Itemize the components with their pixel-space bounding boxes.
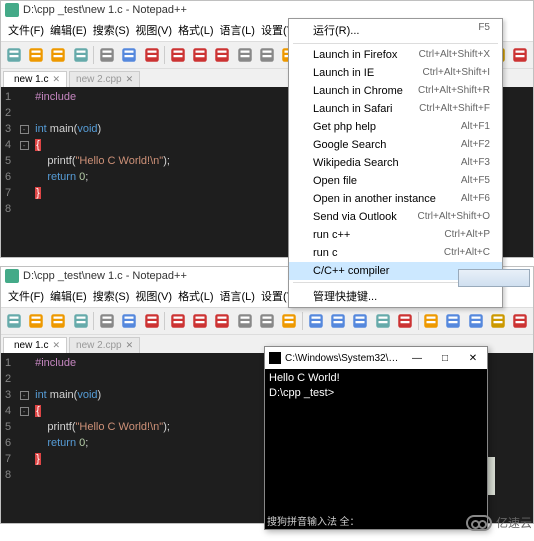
console-body[interactable]: Hello C World! D:\cpp _test> 搜狗拼音输入法 全： (265, 369, 487, 529)
toolbar-button-7[interactable] (167, 310, 188, 332)
dropdown-item[interactable]: Launch in IECtrl+Alt+Shift+I (289, 64, 502, 82)
tab-new1c[interactable]: new 1.c✕ (3, 337, 67, 353)
app-icon (5, 269, 19, 283)
toolbar-button-8[interactable] (189, 44, 210, 66)
menu-edit[interactable]: 编辑(E) (47, 20, 90, 40)
console-title: C:\Windows\System32\cm... (285, 353, 403, 364)
fold-margin: -- (17, 87, 31, 257)
minimize-button[interactable]: — (403, 349, 431, 367)
toolbar-button-1[interactable] (25, 44, 46, 66)
tab-close-icon[interactable]: ✕ (52, 74, 60, 85)
toolbar-button-17[interactable] (394, 310, 415, 332)
toolbar-button-0[interactable] (3, 44, 24, 66)
tab-new1c[interactable]: new 1.c✕ (3, 71, 67, 87)
tab-new2cpp[interactable]: new 2.cpp✕ (69, 337, 140, 353)
toolbar-button-5[interactable] (119, 310, 140, 332)
toolbar-button-4[interactable] (96, 310, 117, 332)
dropdown-item[interactable]: Send via OutlookCtrl+Alt+Shift+O (289, 208, 502, 226)
dropdown-item[interactable]: 管理快捷键... (289, 285, 502, 307)
menu-view[interactable]: 视图(V) (132, 20, 175, 40)
run-dropdown: 运行(R)...F5 Launch in FirefoxCtrl+Alt+Shif… (288, 18, 503, 308)
menu-edit[interactable]: 编辑(E) (47, 286, 90, 306)
window-title: D:\cpp _test\new 1.c - Notepad++ (23, 4, 187, 16)
toolbar-button-20[interactable] (465, 310, 486, 332)
toolbar-button-21[interactable] (487, 310, 508, 332)
tab-close-icon[interactable]: ✕ (52, 340, 60, 351)
line-gutter: 12345678 (1, 353, 17, 523)
toolbar-button-9[interactable] (212, 44, 233, 66)
toolbar-button-13[interactable] (305, 310, 326, 332)
menu-search[interactable]: 搜索(S) (90, 286, 133, 306)
toolbar-button-5[interactable] (119, 44, 140, 66)
menu-format[interactable]: 格式(L) (175, 20, 216, 40)
toolbar-button-1[interactable] (25, 310, 46, 332)
close-button[interactable]: ✕ (459, 349, 487, 367)
tab-close-icon[interactable]: ✕ (126, 74, 134, 85)
toolbar-button-22[interactable] (510, 44, 531, 66)
toolbar-button-2[interactable] (48, 44, 69, 66)
window-title: D:\cpp _test\new 1.c - Notepad++ (23, 270, 187, 282)
toolbar-button-2[interactable] (48, 310, 69, 332)
menu-language[interactable]: 语言(L) (217, 20, 258, 40)
toolbar-button-22[interactable] (510, 310, 531, 332)
dropdown-item[interactable]: Open fileAlt+F5 (289, 172, 502, 190)
dropdown-item[interactable]: Get php helpAlt+F1 (289, 118, 502, 136)
toolbar-button-3[interactable] (70, 44, 91, 66)
toolbar-button-16[interactable] (372, 310, 393, 332)
dropdown-item[interactable]: Launch in SafariCtrl+Alt+Shift+F (289, 100, 502, 118)
dropdown-item[interactable]: Open in another instanceAlt+F6 (289, 190, 502, 208)
toolbar-button-3[interactable] (70, 310, 91, 332)
console-line: D:\cpp _test> (269, 386, 483, 401)
menu-view[interactable]: 视图(V) (132, 286, 175, 306)
fold-margin: -- (17, 353, 31, 523)
dropdown-item[interactable]: Launch in ChromeCtrl+Alt+Shift+R (289, 82, 502, 100)
tab-close-icon[interactable]: ✕ (126, 340, 134, 351)
console-titlebar[interactable]: C:\Windows\System32\cm... — □ ✕ (265, 347, 487, 369)
menu-file[interactable]: 文件(F) (5, 20, 47, 40)
maximize-button[interactable]: □ (431, 349, 459, 367)
toolbar-button-7[interactable] (167, 44, 188, 66)
toolbar-button-18[interactable] (421, 310, 442, 332)
dropdown-item[interactable]: Launch in FirefoxCtrl+Alt+Shift+X (289, 46, 502, 64)
toolbar-button-11[interactable] (256, 44, 277, 66)
toolbar (1, 307, 533, 335)
notepadpp-window-1: D:\cpp _test\new 1.c - Notepad++ 文件(F) 编… (0, 0, 534, 258)
toolbar-button-6[interactable] (141, 310, 162, 332)
line-gutter: 12345678 (1, 87, 17, 257)
toolbar-button-6[interactable] (141, 44, 162, 66)
menu-file[interactable]: 文件(F) (5, 286, 47, 306)
toolbar-button-14[interactable] (327, 310, 348, 332)
toolbar-button-8[interactable] (189, 310, 210, 332)
toolbar-button-15[interactable] (350, 310, 371, 332)
watermark-logo: 亿速云 (466, 514, 532, 531)
dropdown-item[interactable]: 运行(R)...F5 (289, 19, 502, 41)
toolbar-button-9[interactable] (212, 310, 233, 332)
menu-search[interactable]: 搜索(S) (90, 20, 133, 40)
toolbar-button-11[interactable] (256, 310, 277, 332)
ime-status: 搜狗拼音输入法 全： (267, 513, 360, 528)
tab-new2cpp[interactable]: new 2.cpp✕ (69, 71, 140, 87)
menu-format[interactable]: 格式(L) (175, 286, 216, 306)
toolbar-button-0[interactable] (3, 310, 24, 332)
menu-language[interactable]: 语言(L) (217, 286, 258, 306)
cloud-icon (466, 515, 492, 531)
toolbar-button-19[interactable] (443, 310, 464, 332)
cmd-icon (269, 352, 281, 364)
dropdown-decoration (458, 269, 530, 287)
dropdown-item[interactable]: Wikipedia SearchAlt+F3 (289, 154, 502, 172)
titlebar: D:\cpp _test\new 1.c - Notepad++ (1, 1, 533, 19)
dropdown-item[interactable]: run cCtrl+Alt+C (289, 244, 502, 262)
console-window: C:\Windows\System32\cm... — □ ✕ Hello C … (264, 346, 488, 530)
toolbar-button-10[interactable] (234, 310, 255, 332)
toolbar-button-10[interactable] (234, 44, 255, 66)
app-icon (5, 3, 19, 17)
dropdown-item[interactable]: Google SearchAlt+F2 (289, 136, 502, 154)
toolbar-button-12[interactable] (279, 310, 300, 332)
dropdown-item[interactable]: run c++Ctrl+Alt+P (289, 226, 502, 244)
toolbar-button-4[interactable] (96, 44, 117, 66)
console-line: Hello C World! (269, 371, 483, 386)
